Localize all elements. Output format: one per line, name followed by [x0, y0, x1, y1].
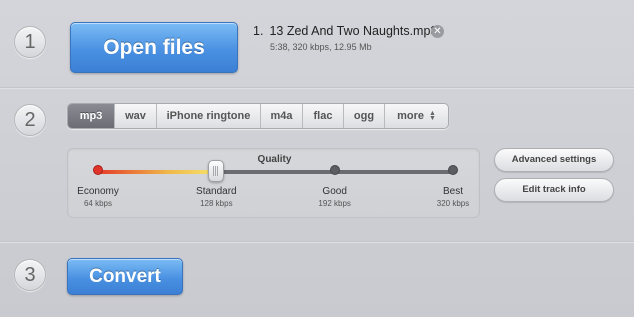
edit-track-info-button[interactable]: Edit track info	[494, 178, 614, 202]
step-format-quality: 2 mp3 wav iPhone ringtone m4a flac ogg m…	[0, 88, 634, 242]
level-name: Economy	[77, 186, 119, 197]
tab-ogg[interactable]: ogg	[344, 104, 385, 128]
step-number-2: 2	[14, 104, 46, 136]
level-name: Good	[322, 186, 347, 197]
step-number-3: 3	[14, 259, 46, 291]
step-open-files: 1 Open files 1. 13 Zed And Two Naughts.mp…	[0, 0, 634, 88]
tab-m4a[interactable]: m4a	[261, 104, 303, 128]
remove-file-icon[interactable]: ✕	[431, 25, 444, 38]
level-rate: 192 kbps	[318, 199, 351, 208]
level-rate: 320 kbps	[436, 199, 470, 208]
convert-button[interactable]: Convert	[67, 258, 183, 295]
level-rate: 64 kbps	[83, 199, 113, 208]
format-tabs: mp3 wav iPhone ringtone m4a flac ogg mor…	[67, 103, 449, 129]
open-files-button[interactable]: Open files	[70, 22, 238, 73]
quality-slider-handle[interactable]	[208, 160, 225, 182]
tab-iphone-ringtone[interactable]: iPhone ringtone	[157, 104, 261, 128]
up-down-arrows-icon: ▲ ▼	[428, 110, 436, 123]
tab-more[interactable]: more ▲ ▼	[385, 104, 448, 128]
file-list-item: 1. 13 Zed And Two Naughts.mp3	[253, 24, 437, 38]
quality-level-economy: Economy 64 kbps	[58, 186, 138, 208]
file-meta: 5:38, 320 kbps, 12.95 Mb	[270, 42, 372, 52]
level-name: Best	[442, 186, 463, 197]
tab-wav[interactable]: wav	[115, 104, 157, 128]
level-name: Standard	[196, 186, 237, 197]
quality-level-best: Best 320 kbps	[413, 186, 493, 208]
quality-level-standard: Standard 128 kbps	[176, 186, 256, 208]
file-index: 1.	[253, 24, 264, 38]
quality-slider-fill	[98, 170, 217, 174]
file-name: 13 Zed And Two Naughts.mp3	[269, 24, 438, 38]
quality-slider-track[interactable]	[98, 170, 453, 174]
quality-tick-good[interactable]	[329, 165, 340, 175]
tab-more-label: more	[397, 110, 424, 122]
quality-tick-economy[interactable]	[93, 165, 103, 175]
advanced-settings-button[interactable]: Advanced settings	[494, 148, 614, 172]
tab-flac[interactable]: flac	[303, 104, 344, 128]
quality-level-good: Good 192 kbps	[295, 186, 375, 208]
quality-tick-best[interactable]	[448, 165, 458, 175]
tab-mp3[interactable]: mp3	[68, 104, 115, 128]
level-rate: 128 kbps	[200, 199, 233, 208]
quality-label: Quality	[257, 154, 292, 165]
step-number-1: 1	[14, 26, 46, 58]
quality-panel: Quality Economy 64 kbps Standard 128 kbp…	[67, 148, 480, 218]
step-convert: 3 Convert	[0, 242, 634, 317]
